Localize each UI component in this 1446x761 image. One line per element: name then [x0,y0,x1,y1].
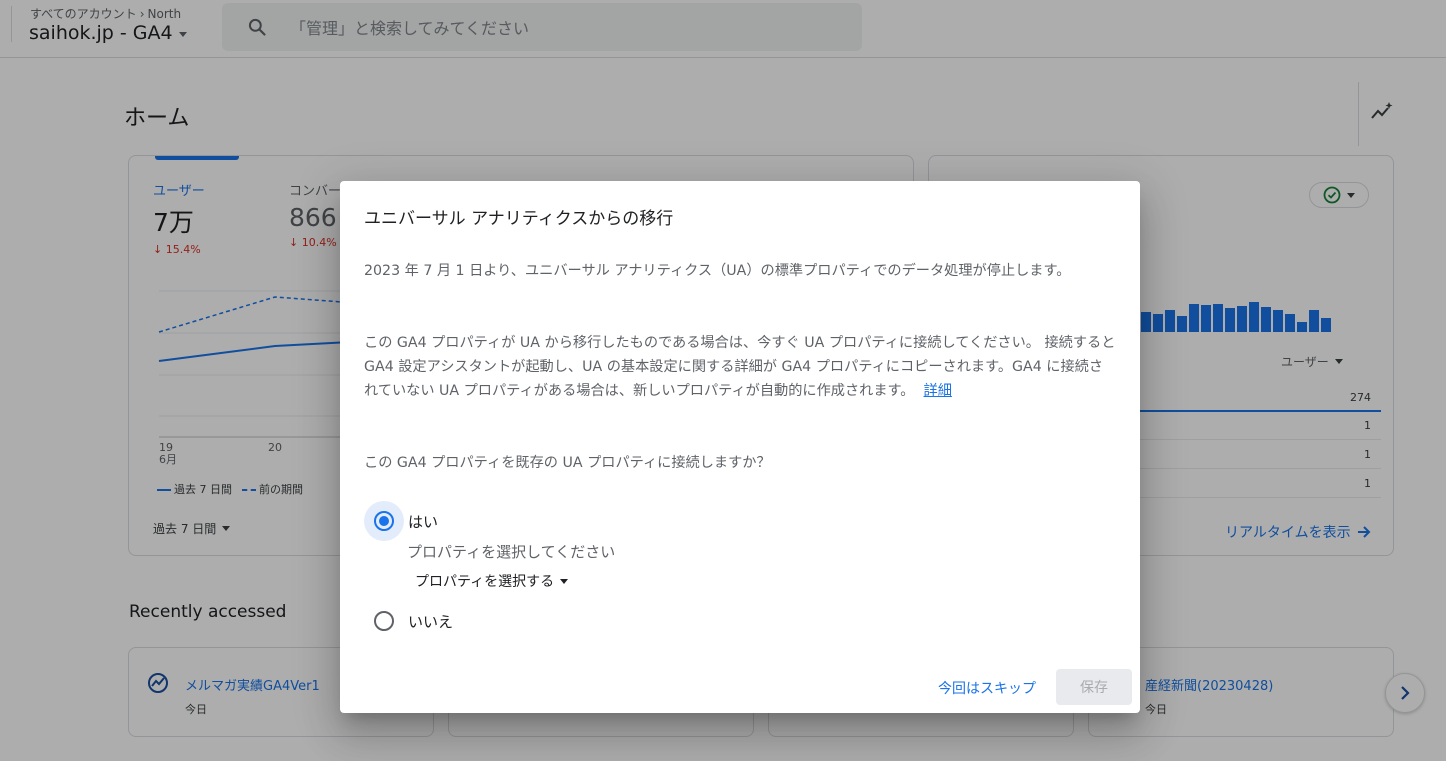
skip-button[interactable]: 今回はスキップ [932,671,1042,705]
dialog-question: この GA4 プロパティを既存の UA プロパティに接続しますか？ [364,455,771,471]
save-button[interactable]: 保存 [1056,669,1132,705]
property-select-dropdown[interactable]: プロパティを選択する [415,571,569,591]
dialog-paragraph: 2023 年 7 月 1 日より、ユニバーサル アナリティクス（UA）の標準プロ… [364,263,1071,279]
radio-dot [379,516,389,526]
migration-dialog: ユニバーサル アナリティクスからの移行 2023 年 7 月 1 日より、ユニバ… [340,181,1140,713]
radio-label: いいえ [408,612,454,631]
select-hint: プロパティを選択してください [407,543,616,561]
radio-label: はい [408,512,439,531]
property-select-label: プロパティを選択する [415,574,555,590]
caret-down-icon [560,578,569,584]
radio-option-yes[interactable]: はい [364,501,438,541]
radio-focus-halo [364,601,404,641]
radio-option-no[interactable]: いいえ [364,601,453,641]
radio-button[interactable] [374,611,394,631]
radio-focus-halo [364,501,404,541]
dialog-paragraph: この GA4 プロパティが UA から移行したものである場合は、今すぐ UA プ… [364,331,1116,403]
dialog-paragraph-text: この GA4 プロパティが UA から移行したものである場合は、今すぐ UA プ… [364,335,1116,399]
dialog-title: ユニバーサル アナリティクスからの移行 [364,209,674,229]
radio-button[interactable] [374,511,394,531]
details-link[interactable]: 詳細 [924,383,952,399]
